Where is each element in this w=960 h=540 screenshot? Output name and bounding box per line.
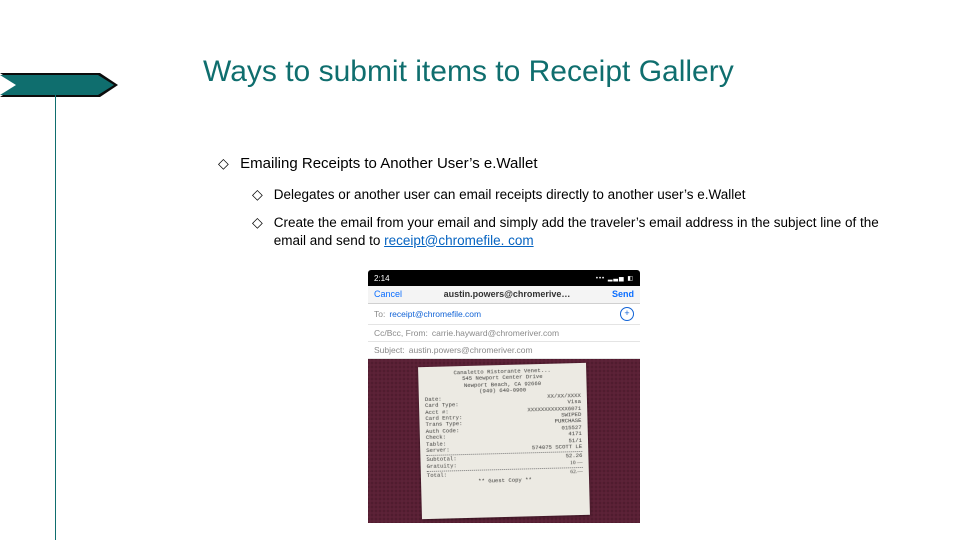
receipt-image: Canaletto Ristorante Venet... 545 Newpor…: [418, 363, 590, 519]
subject-value: austin.powers@chromeriver.com: [409, 345, 533, 355]
phone-email-header: Cancel austin.powers@chromerive… Send: [368, 286, 640, 304]
subject-label: Subject:: [374, 345, 405, 355]
status-icons: ••• ▂▃▅ ◧: [596, 275, 634, 282]
email-draft-sender: austin.powers@chromerive…: [444, 289, 571, 299]
bullet-marker: ◇: [252, 186, 270, 203]
bullet-level1: ◇ Emailing Receipts to Another User’s e.…: [218, 155, 538, 174]
slide-title: Ways to submit items to Receipt Gallery: [203, 55, 734, 89]
bullet-marker: ◇: [252, 214, 270, 231]
slide-accent-line: [55, 95, 56, 540]
email-to-row[interactable]: To: receipt@chromefile.com +: [368, 304, 640, 325]
slide-accent-arrow: [0, 65, 115, 95]
bullet-text-prefix: Create the email from your email and sim…: [274, 215, 879, 248]
cc-label: Cc/Bcc, From:: [374, 328, 428, 338]
bullet-level2: ◇ Delegates or another user can email re…: [252, 186, 746, 204]
phone-email-screenshot: 2:14 ••• ▂▃▅ ◧ Cancel austin.powers@chro…: [368, 270, 640, 528]
email-cc-row[interactable]: Cc/Bcc, From: carrie.hayward@chromeriver…: [368, 325, 640, 342]
bullet-section-heading: Emailing Receipts to Another User’s e.Wa…: [240, 155, 537, 174]
bullet-level2: ◇ Create the email from your email and s…: [252, 214, 914, 249]
to-value: receipt@chromefile.com: [389, 309, 481, 319]
bullet-marker: ◇: [218, 155, 236, 172]
cancel-button[interactable]: Cancel: [374, 289, 402, 299]
email-subject-row[interactable]: Subject: austin.powers@chromeriver.com: [368, 342, 640, 359]
bullet-text: Create the email from your email and sim…: [274, 214, 914, 249]
email-body-photo: Canaletto Ristorante Venet... 545 Newpor…: [368, 359, 640, 523]
cc-value: carrie.hayward@chromeriver.com: [432, 328, 559, 338]
bullet-text: Delegates or another user can email rece…: [274, 186, 746, 204]
send-button[interactable]: Send: [612, 289, 634, 299]
to-label: To:: [374, 309, 385, 319]
status-time: 2:14: [374, 274, 390, 283]
add-recipient-icon[interactable]: +: [620, 307, 634, 321]
phone-status-bar: 2:14 ••• ▂▃▅ ◧: [368, 270, 640, 286]
receipt-email-link[interactable]: receipt@chromefile. com: [384, 233, 534, 248]
